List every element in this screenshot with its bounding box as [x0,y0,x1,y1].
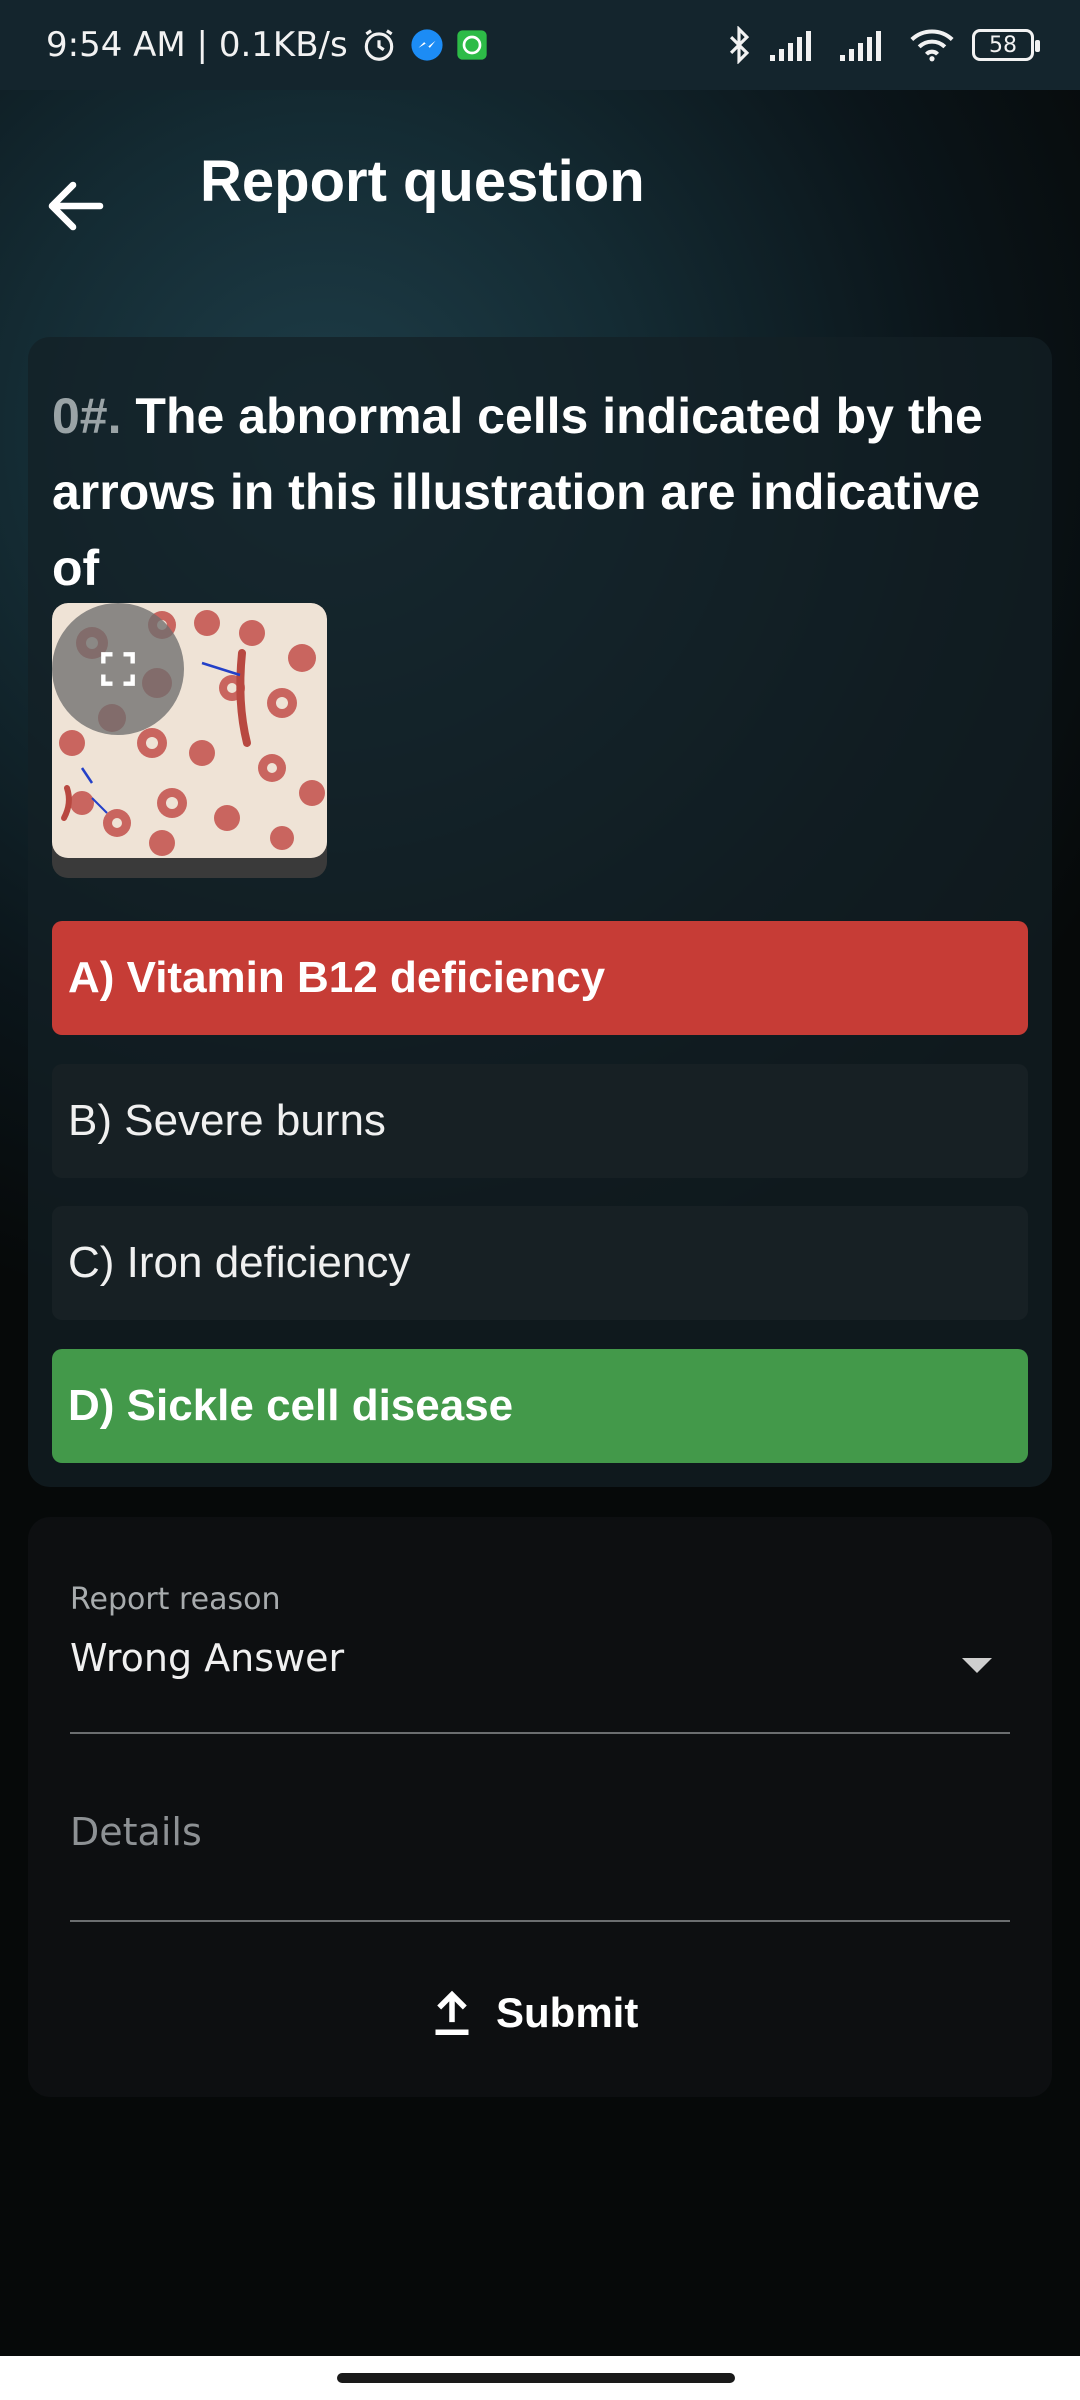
status-right: 58 [726,26,1040,64]
back-arrow-icon [48,181,104,231]
whatsapp-icon [457,30,487,60]
submit-button[interactable]: Submit [430,1978,660,2048]
alarm-icon [364,29,393,61]
details-input[interactable]: Details [70,1810,202,1854]
report-reason-select[interactable]: Wrong Answer [70,1636,344,1680]
option-b[interactable]: B) Severe burns [52,1064,1028,1178]
option-label: C) Iron deficiency [68,1238,411,1287]
option-label: A) Vitamin B12 deficiency [68,953,606,1002]
question-text: The abnormal cells indicated by the arro… [52,388,983,596]
option-d[interactable]: D) Sickle cell disease [52,1349,1028,1463]
submit-label: Submit [496,1989,639,2036]
option-label: D) Sickle cell disease [68,1381,514,1430]
status-left: 9:54 AM | 0.1KB/s [46,25,488,65]
dropdown-arrow-icon[interactable] [962,1658,992,1673]
reason-underline [70,1732,1010,1734]
status-time: 9:54 AM | 0.1KB/s [46,25,348,65]
page-title: Report question [200,149,645,214]
status-bar: 9:54 AM | 0.1KB/s 58 [0,0,1080,90]
bluetooth-icon [729,26,750,64]
option-label: B) Severe burns [68,1096,386,1145]
question-number: 0#. [52,388,122,444]
signal-icon [840,31,881,61]
battery-level: 58 [989,32,1017,58]
details-underline [70,1920,1010,1922]
home-indicator[interactable] [337,2373,735,2383]
fullscreen-button[interactable] [52,603,184,735]
option-c[interactable]: C) Iron deficiency [52,1206,1028,1320]
question-text-block: 0#. The abnormal cells indicated by the … [52,378,1032,606]
messenger-icon [411,29,443,61]
battery-icon: 58 [972,29,1040,61]
fullscreen-icon [101,652,135,686]
signal-icon [770,31,811,61]
wifi-icon [910,29,954,62]
option-a[interactable]: A) Vitamin B12 deficiency [52,921,1028,1035]
report-reason-label: Report reason [70,1582,281,1617]
back-button[interactable] [40,170,112,242]
upload-icon [435,1990,469,2035]
